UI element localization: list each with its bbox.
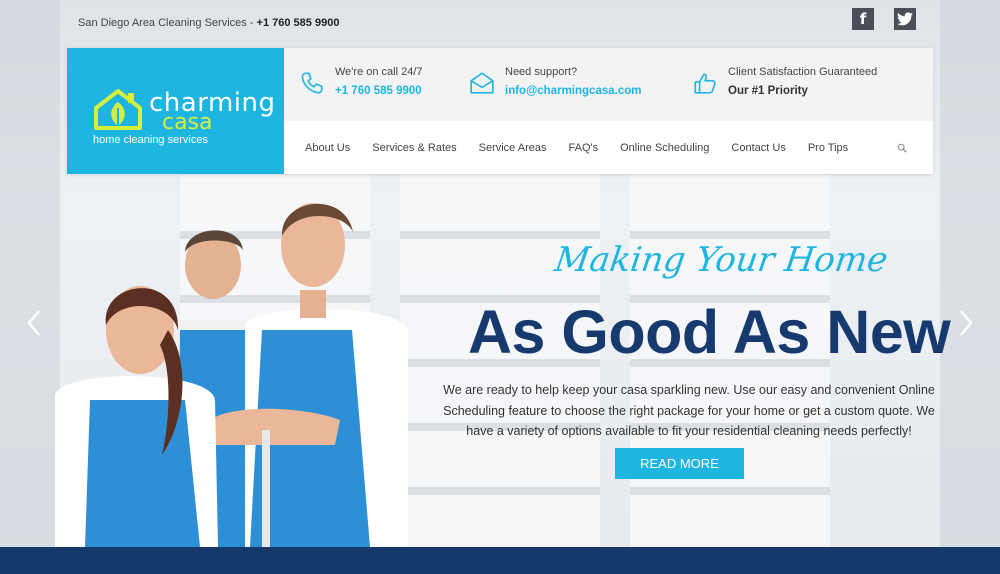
contact-email: Need support? info@charmingcasa.com — [469, 66, 641, 97]
site-header: charming casa home cleaning services We'… — [67, 48, 933, 174]
nav-item-service-areas[interactable]: Service Areas — [479, 142, 547, 154]
contact-label: We're on call 24/7 — [335, 66, 423, 78]
social-links: f — [852, 8, 916, 30]
slider-prev-arrow-icon[interactable] — [24, 308, 44, 338]
nav-item-contact-us[interactable]: Contact Us — [731, 142, 785, 154]
bottom-band — [0, 547, 1000, 574]
nav-item-faqs[interactable]: FAQ's — [569, 142, 599, 154]
wall-pillar — [0, 0, 60, 574]
guarantee-text: Our #1 Priority — [728, 85, 808, 97]
wall-pillar — [940, 0, 1000, 574]
main-nav: About Us Services & Rates Service Areas … — [305, 142, 848, 154]
contact-email-link[interactable]: info@charmingcasa.com — [505, 85, 641, 97]
envelope-icon — [470, 72, 494, 94]
nav-item-services-rates[interactable]: Services & Rates — [372, 142, 456, 154]
top-info-text: San Diego Area Cleaning Services - — [78, 17, 257, 29]
contact-phone-link[interactable]: +1 760 585 9900 — [335, 85, 423, 97]
thumbs-up-icon — [694, 73, 716, 94]
read-more-button[interactable]: READ MORE — [615, 448, 744, 479]
search-icon[interactable] — [897, 143, 907, 153]
nav-item-online-scheduling[interactable]: Online Scheduling — [620, 142, 709, 154]
header-right: We're on call 24/7 +1 760 585 9900 Need … — [284, 48, 933, 174]
contact-phone: We're on call 24/7 +1 760 585 9900 — [299, 66, 423, 97]
logo[interactable]: charming casa home cleaning services — [67, 48, 284, 174]
nav-item-pro-tips[interactable]: Pro Tips — [808, 142, 848, 154]
slider-next-arrow-icon[interactable] — [956, 308, 976, 338]
contact-info-row: We're on call 24/7 +1 760 585 9900 Need … — [284, 48, 933, 121]
hero-description: We are ready to help keep your casa spar… — [443, 383, 935, 438]
contact-label: Need support? — [505, 66, 578, 78]
hero-title: As Good As New — [468, 298, 951, 366]
phone-icon — [301, 72, 323, 94]
logo-word-casa: casa — [162, 110, 213, 135]
top-contact-info: San Diego Area Cleaning Services - +1 76… — [78, 17, 339, 29]
facebook-icon[interactable]: f — [852, 8, 874, 30]
logo-tagline: home cleaning services — [93, 134, 208, 146]
window-pane — [180, 175, 370, 547]
main-nav-bar: About Us Services & Rates Service Areas … — [284, 121, 933, 174]
house-leaf-icon — [94, 89, 142, 130]
top-phone-link[interactable]: +1 760 585 9900 — [257, 17, 340, 29]
contact-label: Client Satisfaction Guaranteed — [728, 66, 878, 78]
hero-script-heading: Making Your Home — [552, 240, 891, 280]
nav-item-about-us[interactable]: About Us — [305, 142, 350, 154]
contact-guarantee: Client Satisfaction Guaranteed Our #1 Pr… — [692, 66, 877, 97]
twitter-icon[interactable] — [894, 8, 916, 30]
